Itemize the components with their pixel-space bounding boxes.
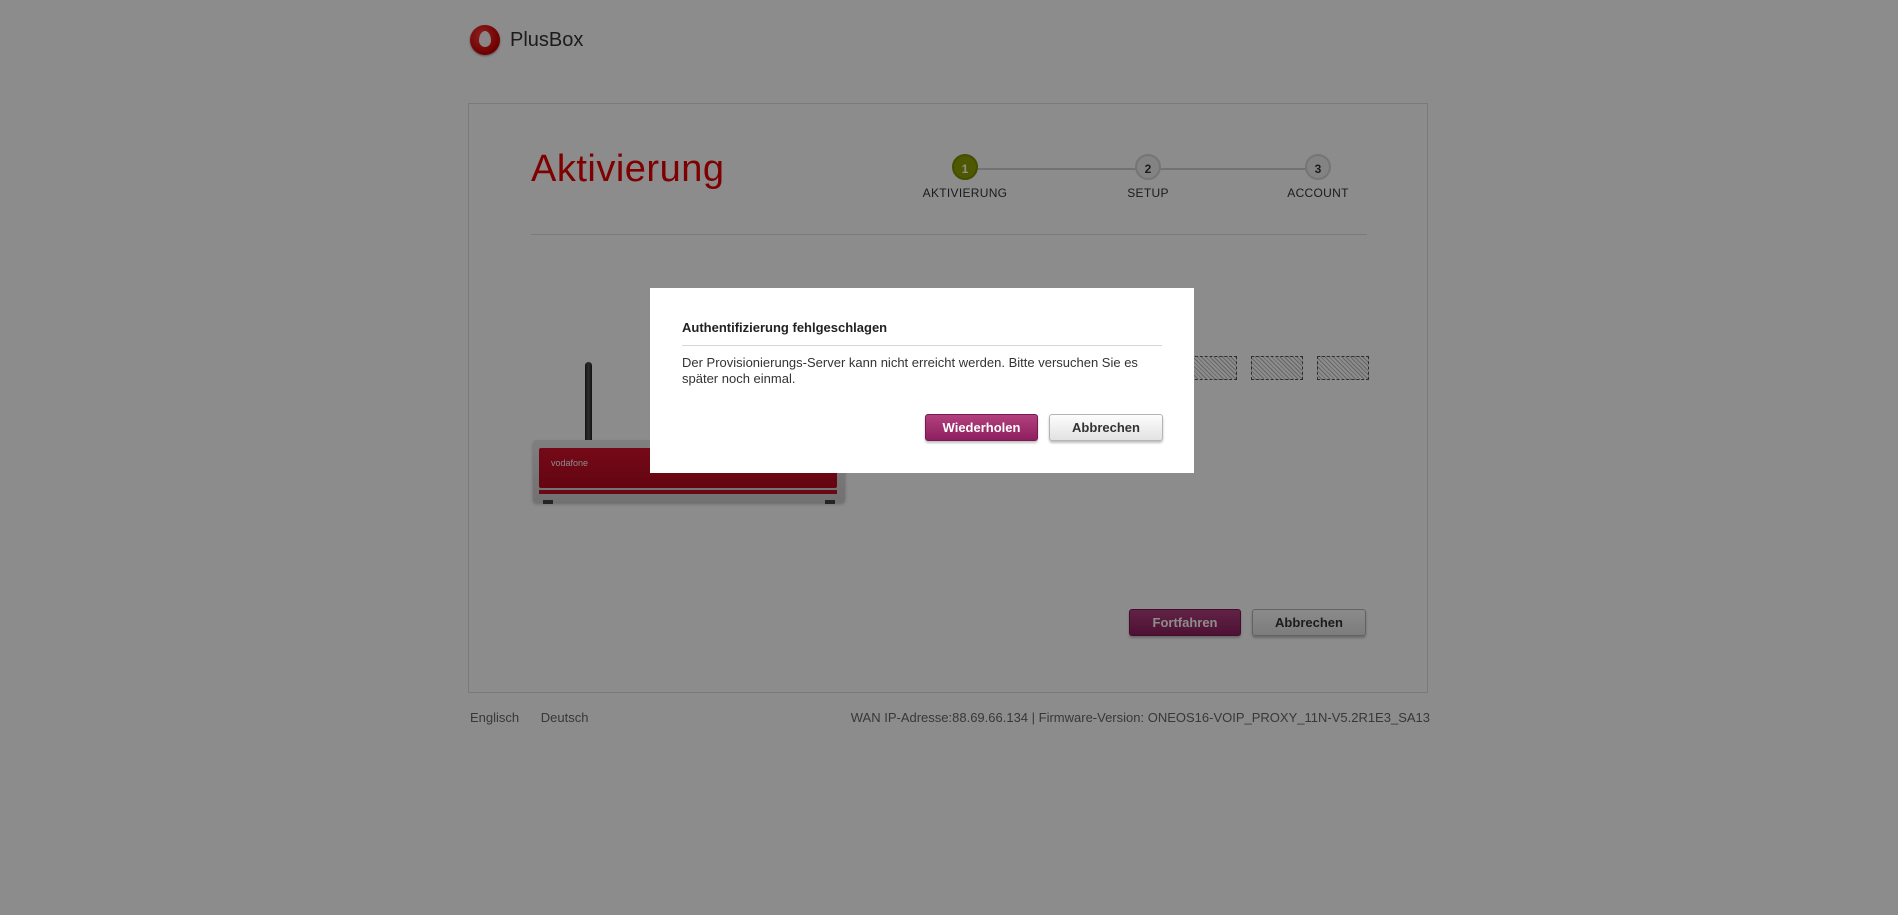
error-dialog: Authentifizierung fehlgeschlagen Der Pro… — [650, 288, 1194, 473]
dialog-message: Der Provisionierungs-Server kann nicht e… — [682, 355, 1138, 386]
retry-button[interactable]: Wiederholen — [925, 414, 1038, 441]
dialog-title: Authentifizierung fehlgeschlagen — [682, 320, 1162, 346]
dialog-cancel-button[interactable]: Abbrechen — [1049, 414, 1163, 441]
